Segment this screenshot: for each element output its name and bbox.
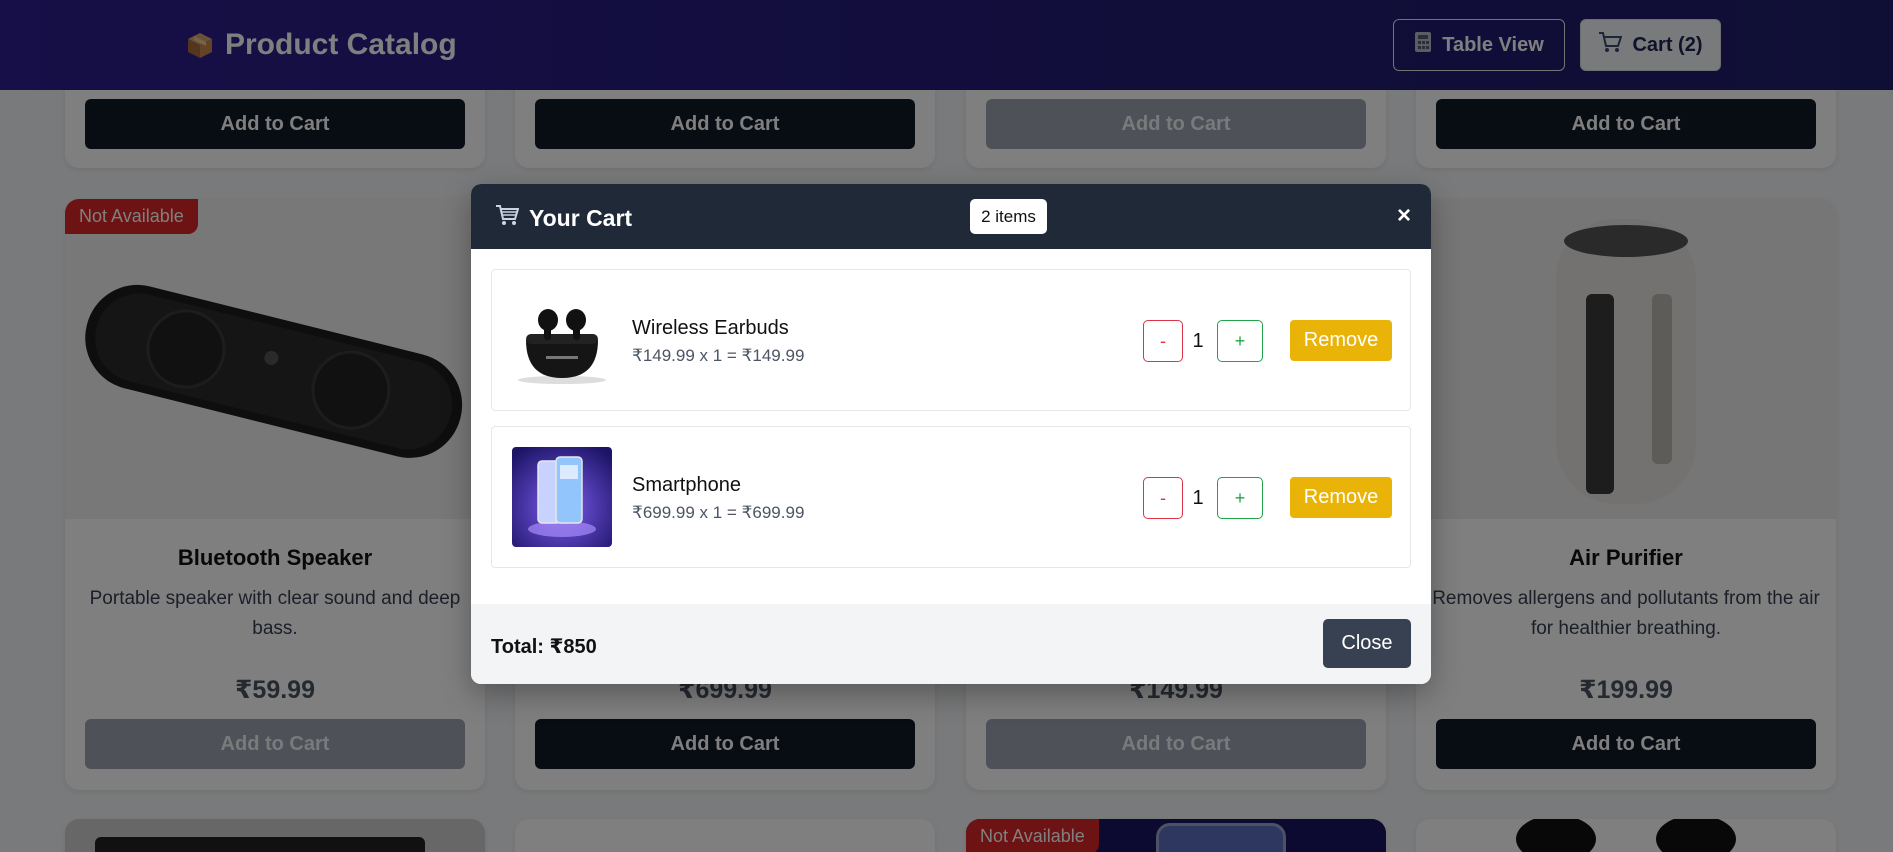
item-quantity: 1 xyxy=(1192,330,1204,352)
remove-item-button[interactable]: Remove xyxy=(1290,320,1392,361)
modal-header: Your Cart 2 items × xyxy=(471,184,1431,249)
shopping-cart-icon xyxy=(495,204,520,232)
cart-item: Smartphone ₹699.99 x 1 = ₹699.99 - 1 + R… xyxy=(491,426,1411,568)
item-count-badge: 2 items xyxy=(970,199,1047,234)
modal-title-text: Your Cart xyxy=(529,204,633,231)
remove-item-button[interactable]: Remove xyxy=(1290,477,1392,518)
item-quantity: 1 xyxy=(1192,487,1204,509)
modal-footer: Total: ₹850 Close xyxy=(471,604,1431,684)
modal-title: Your Cart xyxy=(495,204,632,232)
increase-quantity-button[interactable]: + xyxy=(1217,477,1263,519)
increase-quantity-button[interactable]: + xyxy=(1217,320,1263,362)
close-button[interactable]: Close xyxy=(1323,619,1411,668)
close-icon[interactable]: × xyxy=(1392,202,1416,229)
item-name: Wireless Earbuds xyxy=(632,317,789,339)
item-name: Smartphone xyxy=(632,474,741,496)
item-price-line: ₹699.99 x 1 = ₹699.99 xyxy=(632,503,805,522)
item-thumbnail-earbuds xyxy=(512,290,612,390)
decrease-quantity-button[interactable]: - xyxy=(1143,477,1183,519)
item-price-line: ₹149.99 x 1 = ₹149.99 xyxy=(632,346,805,365)
cart-item: Wireless Earbuds ₹149.99 x 1 = ₹149.99 -… xyxy=(491,269,1411,411)
decrease-quantity-button[interactable]: - xyxy=(1143,320,1183,362)
item-thumbnail-smartphone xyxy=(512,447,612,547)
cart-total: Total: ₹850 xyxy=(491,636,597,658)
cart-modal: Your Cart 2 items × Wireless Earbuds ₹14… xyxy=(471,184,1431,684)
